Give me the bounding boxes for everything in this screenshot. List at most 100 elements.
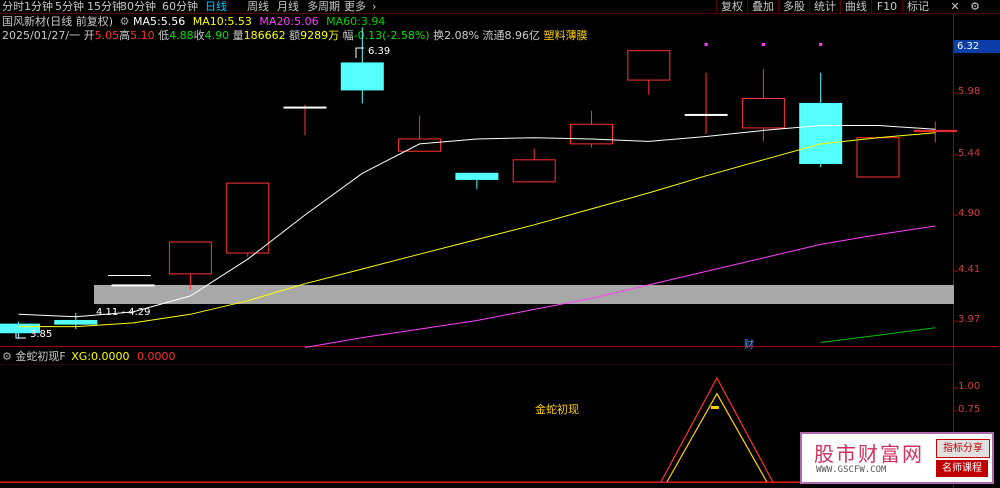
watermark-title: 股市财富网 — [814, 442, 924, 466]
high-label: 高 — [119, 29, 131, 42]
candle-body — [283, 106, 327, 109]
period-tab[interactable]: 30分钟 — [120, 0, 156, 13]
candle-body — [856, 137, 900, 178]
period-tab[interactable]: 月线 — [277, 0, 299, 13]
high-pointer — [355, 47, 364, 58]
ma60-value: 3.94 — [360, 15, 386, 28]
stock-info-line2: 2025/01/27/一 开5.05高5.10 低4.88收4.90 量1866… — [2, 29, 588, 43]
turn-value: 2.08% — [444, 29, 480, 42]
watermark: 股市财富网 WWW.GSCFW.COM 指标分享 名师课程 — [800, 432, 994, 484]
indicator-axis-label: 1.00 — [958, 381, 981, 392]
toolbar-button[interactable]: 多股 — [778, 0, 809, 13]
bar-date: 2025/01/27/一 — [2, 29, 81, 42]
candle-body — [741, 97, 785, 129]
signal-marker — [710, 406, 719, 409]
candle-body — [799, 102, 843, 164]
settings-icon[interactable]: ⚙ — [966, 0, 984, 13]
finance-marker[interactable]: 财 — [744, 336, 754, 351]
candle-body — [168, 241, 212, 275]
ma5-value: 5.56 — [160, 15, 186, 28]
ma10-value: 5.53 — [227, 15, 252, 28]
float-label: 流通 — [482, 29, 505, 42]
period-tab[interactable]: 15分钟 — [87, 0, 123, 13]
vol-value: 186662 — [243, 29, 286, 42]
amt-label: 额 — [289, 29, 301, 42]
candle-body — [111, 284, 155, 287]
range-annotation: 4.11 - 4.29 — [96, 307, 151, 318]
toolbar-button[interactable]: 复权 — [716, 0, 747, 13]
high-value: 5.10 — [130, 29, 155, 42]
high-annotation: 6.39 — [368, 46, 391, 57]
period-tab[interactable]: 周线 — [247, 0, 269, 13]
current-price-tag: 6.32 — [954, 40, 1000, 53]
xg-label: XG: — [71, 350, 91, 363]
vol-label: 量 — [232, 29, 244, 42]
open-value: 5.05 — [94, 29, 120, 42]
ma60-label: MA60: — [326, 15, 361, 28]
amt-value: 9289万 — [300, 29, 340, 42]
stock-info-line1: 国风新材(日线 前复权) ⚙ MA5:5.56 MA10:5.53 MA20:5… — [2, 15, 385, 29]
candle-body — [226, 182, 270, 254]
period-tab[interactable]: 60分钟 — [162, 0, 198, 13]
toolbar-button[interactable]: 统计 — [809, 0, 840, 13]
xg-value: 0.0000 — [90, 350, 130, 363]
chg-value: -0.13(-2.58%) — [353, 29, 430, 42]
more-caret-icon[interactable]: › — [372, 0, 376, 13]
watermark-tag1: 指标分享 — [936, 439, 990, 458]
watermark-tag2: 名师课程 — [936, 460, 988, 477]
gear-icon[interactable]: ⚙ — [120, 15, 130, 28]
price-axis-label: 5.44 — [958, 148, 981, 159]
indicator-spike-outer — [660, 376, 774, 483]
ma10-line — [18, 132, 936, 328]
indicator-gear-icon[interactable]: ⚙ — [2, 350, 12, 363]
watermark-url: WWW.GSCFW.COM — [816, 465, 887, 475]
ma20-line — [304, 225, 936, 348]
ma5-line — [18, 125, 936, 318]
candle-body — [54, 319, 98, 325]
low-annotation: 3.85 — [30, 329, 53, 340]
toolbar-button[interactable]: F10 — [871, 0, 902, 13]
period-tab[interactable]: 多周期 — [307, 0, 340, 13]
price-axis-label: 5.98 — [958, 86, 981, 97]
signal-dot — [819, 43, 823, 46]
period-tab[interactable]: 更多 — [344, 0, 366, 13]
period-tab[interactable]: 1分钟 — [24, 0, 53, 13]
indicator-info-line: ⚙ 金蛇初现F XG:0.0000 0.0000 — [2, 350, 175, 364]
toolbar-button[interactable]: 叠加 — [747, 0, 778, 13]
low-value: 4.88 — [169, 29, 194, 42]
signal-dot — [704, 43, 708, 46]
toolbar-button[interactable]: 标记 — [902, 0, 933, 13]
candle-body — [340, 62, 384, 91]
float-value: 8.96亿 — [504, 29, 541, 42]
period-tab[interactable]: 日线 — [205, 0, 227, 13]
open-label: 开 — [83, 29, 95, 42]
period-toolbar: 分时 1分钟 5分钟 15分钟 30分钟 60分钟 日线 周线 月线 多周期 更多 › 复权 叠加 多股统… — [0, 0, 1000, 14]
indicator-name[interactable]: 金蛇初现F — [15, 350, 65, 363]
candle-body — [913, 129, 957, 133]
turn-label: 换 — [433, 29, 445, 42]
sector-tag[interactable]: 塑料薄膜 — [544, 29, 588, 42]
toolbar-button[interactable]: 曲线 — [840, 0, 871, 13]
kline-chart — [0, 13, 1000, 488]
ma20-label: MA20: — [259, 15, 295, 28]
price-axis-label: 3.97 — [958, 314, 981, 325]
candle-body — [512, 159, 556, 183]
ma20-value: 5.06 — [294, 15, 319, 28]
ma60-line — [820, 327, 936, 343]
signal-label: 金蛇初现 — [535, 403, 579, 416]
close-value: 4.90 — [204, 29, 230, 42]
indicator-spike-inner — [666, 392, 768, 483]
ma5-label: MA5: — [132, 15, 161, 28]
candle-body — [398, 138, 442, 152]
price-axis-label: 4.90 — [958, 208, 981, 219]
low-label: 低 — [158, 29, 170, 42]
low-pointer — [15, 333, 26, 339]
stock-name[interactable]: 国风新材(日线 前复权) — [2, 15, 113, 28]
chg-label: 幅 — [342, 29, 354, 42]
close-icon[interactable]: ✕ — [946, 0, 964, 13]
highlight-band — [94, 285, 954, 304]
candle-body — [570, 123, 613, 145]
ma10-label: MA10: — [192, 15, 228, 28]
period-tab[interactable]: 5分钟 — [55, 0, 84, 13]
period-tab[interactable]: 分时 — [2, 0, 24, 13]
